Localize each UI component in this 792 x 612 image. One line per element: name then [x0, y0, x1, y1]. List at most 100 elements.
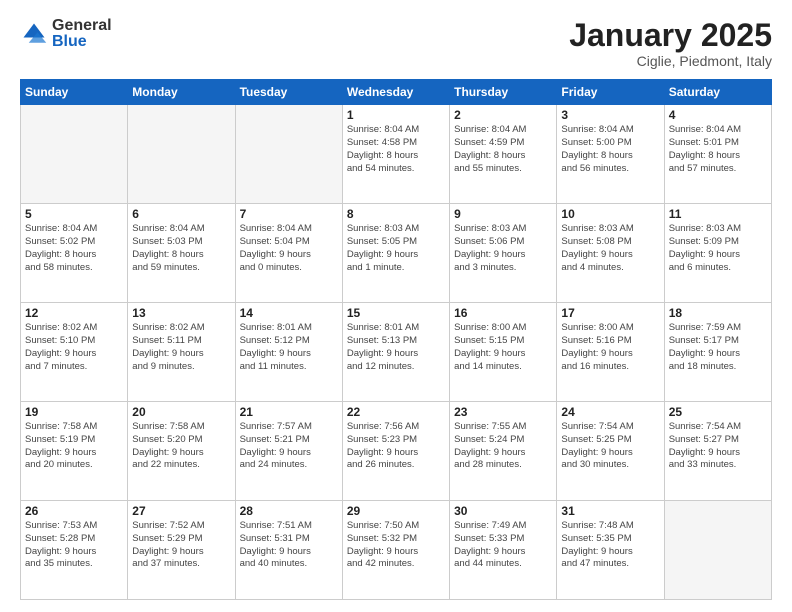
- day-number: 26: [25, 504, 123, 518]
- calendar-cell: 9Sunrise: 8:03 AM Sunset: 5:06 PM Daylig…: [450, 204, 557, 303]
- calendar-cell: 2Sunrise: 8:04 AM Sunset: 4:59 PM Daylig…: [450, 105, 557, 204]
- day-number: 7: [240, 207, 338, 221]
- day-number: 2: [454, 108, 552, 122]
- calendar-week-4: 19Sunrise: 7:58 AM Sunset: 5:19 PM Dayli…: [21, 402, 772, 501]
- day-info: Sunrise: 8:03 AM Sunset: 5:09 PM Dayligh…: [669, 223, 767, 274]
- calendar-cell: 20 Sunrise: 7:58 AM Sunset: 5:20 PM Dayli…: [128, 402, 235, 501]
- weekday-header-monday: Monday: [128, 80, 235, 105]
- calendar-cell: 16Sunrise: 8:00 AM Sunset: 5:15 PM Dayli…: [450, 303, 557, 402]
- calendar-cell: 4 Sunrise: 8:04 AM Sunset: 5:01 PM Daylig…: [664, 105, 771, 204]
- weekday-header-friday: Friday: [557, 80, 664, 105]
- day-number: 12: [25, 306, 123, 320]
- day-info: Sunrise: 8:00 AM Sunset: 5:16 PM Dayligh…: [561, 322, 659, 373]
- calendar-cell: 13 Sunrise: 8:02 AM Sunset: 5:11 PM Dayli…: [128, 303, 235, 402]
- day-number: 5: [25, 207, 123, 221]
- logo-text: General Blue: [52, 18, 112, 50]
- calendar-week-2: 5 Sunrise: 8:04 AM Sunset: 5:02 PM Daylig…: [21, 204, 772, 303]
- day-info: Sunrise: 7:55 AM Sunset: 5:24 PM Dayligh…: [454, 421, 552, 472]
- calendar-cell: [128, 105, 235, 204]
- calendar-cell: 10Sunrise: 8:03 AM Sunset: 5:08 PM Dayli…: [557, 204, 664, 303]
- day-number: 8: [347, 207, 445, 221]
- day-info: Sunrise: 7:53 AM Sunset: 5:28 PM Dayligh…: [25, 520, 123, 571]
- day-number: 22: [347, 405, 445, 419]
- day-info: Sunrise: 8:02 AM Sunset: 5:11 PM Dayligh…: [132, 322, 230, 373]
- calendar-cell: 14 Sunrise: 8:01 AM Sunset: 5:12 PM Dayli…: [235, 303, 342, 402]
- month-title: January 2025: [569, 18, 772, 53]
- calendar-cell: 30 Sunrise: 7:49 AM Sunset: 5:33 PM Dayli…: [450, 501, 557, 600]
- day-info: Sunrise: 8:03 AM Sunset: 5:08 PM Dayligh…: [561, 223, 659, 274]
- day-info: Sunrise: 7:51 AM Sunset: 5:31 PM Dayligh…: [240, 520, 338, 571]
- calendar-cell: 17Sunrise: 8:00 AM Sunset: 5:16 PM Dayli…: [557, 303, 664, 402]
- calendar-week-3: 12Sunrise: 8:02 AM Sunset: 5:10 PM Dayli…: [21, 303, 772, 402]
- day-info: Sunrise: 7:56 AM Sunset: 5:23 PM Dayligh…: [347, 421, 445, 472]
- calendar-body: 1Sunrise: 8:04 AM Sunset: 4:58 PM Daylig…: [21, 105, 772, 600]
- day-number: 21: [240, 405, 338, 419]
- day-info: Sunrise: 7:52 AM Sunset: 5:29 PM Dayligh…: [132, 520, 230, 571]
- day-number: 27: [132, 504, 230, 518]
- weekday-header-wednesday: Wednesday: [342, 80, 449, 105]
- calendar-cell: 19Sunrise: 7:58 AM Sunset: 5:19 PM Dayli…: [21, 402, 128, 501]
- day-number: 30: [454, 504, 552, 518]
- location-subtitle: Ciglie, Piedmont, Italy: [569, 53, 772, 69]
- day-number: 3: [561, 108, 659, 122]
- day-info: Sunrise: 8:04 AM Sunset: 5:02 PM Dayligh…: [25, 223, 123, 274]
- day-number: 24: [561, 405, 659, 419]
- calendar-cell: 7 Sunrise: 8:04 AM Sunset: 5:04 PM Daylig…: [235, 204, 342, 303]
- day-info: Sunrise: 8:04 AM Sunset: 5:04 PM Dayligh…: [240, 223, 338, 274]
- day-number: 15: [347, 306, 445, 320]
- logo-general: General: [52, 18, 112, 34]
- calendar-table: SundayMondayTuesdayWednesdayThursdayFrid…: [20, 79, 772, 600]
- day-info: Sunrise: 8:04 AM Sunset: 5:01 PM Dayligh…: [669, 124, 767, 175]
- day-info: Sunrise: 8:04 AM Sunset: 5:03 PM Dayligh…: [132, 223, 230, 274]
- day-number: 9: [454, 207, 552, 221]
- calendar-cell: 25 Sunrise: 7:54 AM Sunset: 5:27 PM Dayli…: [664, 402, 771, 501]
- day-info: Sunrise: 7:54 AM Sunset: 5:25 PM Dayligh…: [561, 421, 659, 472]
- day-number: 29: [347, 504, 445, 518]
- calendar-cell: 3 Sunrise: 8:04 AM Sunset: 5:00 PM Daylig…: [557, 105, 664, 204]
- day-info: Sunrise: 7:49 AM Sunset: 5:33 PM Dayligh…: [454, 520, 552, 571]
- day-number: 4: [669, 108, 767, 122]
- calendar-cell: 15Sunrise: 8:01 AM Sunset: 5:13 PM Dayli…: [342, 303, 449, 402]
- logo-icon: [20, 20, 48, 48]
- day-info: Sunrise: 8:01 AM Sunset: 5:12 PM Dayligh…: [240, 322, 338, 373]
- day-number: 13: [132, 306, 230, 320]
- calendar-cell: 1Sunrise: 8:04 AM Sunset: 4:58 PM Daylig…: [342, 105, 449, 204]
- day-number: 6: [132, 207, 230, 221]
- logo: General Blue: [20, 18, 112, 50]
- day-info: Sunrise: 7:50 AM Sunset: 5:32 PM Dayligh…: [347, 520, 445, 571]
- calendar-cell: 29 Sunrise: 7:50 AM Sunset: 5:32 PM Dayli…: [342, 501, 449, 600]
- calendar-week-1: 1Sunrise: 8:04 AM Sunset: 4:58 PM Daylig…: [21, 105, 772, 204]
- weekday-header-thursday: Thursday: [450, 80, 557, 105]
- weekday-header-tuesday: Tuesday: [235, 80, 342, 105]
- calendar-cell: [235, 105, 342, 204]
- day-number: 20: [132, 405, 230, 419]
- day-info: Sunrise: 7:58 AM Sunset: 5:20 PM Dayligh…: [132, 421, 230, 472]
- weekday-header-saturday: Saturday: [664, 80, 771, 105]
- header: General Blue January 2025 Ciglie, Piedmo…: [20, 18, 772, 69]
- day-number: 11: [669, 207, 767, 221]
- calendar-cell: 21Sunrise: 7:57 AM Sunset: 5:21 PM Dayli…: [235, 402, 342, 501]
- page: General Blue January 2025 Ciglie, Piedmo…: [0, 0, 792, 612]
- calendar-cell: 5 Sunrise: 8:04 AM Sunset: 5:02 PM Daylig…: [21, 204, 128, 303]
- day-number: 23: [454, 405, 552, 419]
- day-info: Sunrise: 8:04 AM Sunset: 4:58 PM Dayligh…: [347, 124, 445, 175]
- calendar-cell: 26 Sunrise: 7:53 AM Sunset: 5:28 PM Dayli…: [21, 501, 128, 600]
- day-info: Sunrise: 7:54 AM Sunset: 5:27 PM Dayligh…: [669, 421, 767, 472]
- calendar-cell: 23 Sunrise: 7:55 AM Sunset: 5:24 PM Dayli…: [450, 402, 557, 501]
- logo-blue: Blue: [52, 34, 112, 50]
- calendar-cell: 31 Sunrise: 7:48 AM Sunset: 5:35 PM Dayli…: [557, 501, 664, 600]
- day-number: 25: [669, 405, 767, 419]
- day-number: 16: [454, 306, 552, 320]
- day-number: 14: [240, 306, 338, 320]
- day-number: 19: [25, 405, 123, 419]
- calendar-cell: 11 Sunrise: 8:03 AM Sunset: 5:09 PM Dayli…: [664, 204, 771, 303]
- calendar-cell: 6 Sunrise: 8:04 AM Sunset: 5:03 PM Daylig…: [128, 204, 235, 303]
- calendar-cell: 22 Sunrise: 7:56 AM Sunset: 5:23 PM Dayli…: [342, 402, 449, 501]
- day-info: Sunrise: 8:03 AM Sunset: 5:05 PM Dayligh…: [347, 223, 445, 274]
- calendar-cell: 24 Sunrise: 7:54 AM Sunset: 5:25 PM Dayli…: [557, 402, 664, 501]
- day-info: Sunrise: 7:48 AM Sunset: 5:35 PM Dayligh…: [561, 520, 659, 571]
- day-info: Sunrise: 8:04 AM Sunset: 5:00 PM Dayligh…: [561, 124, 659, 175]
- weekday-header-sunday: Sunday: [21, 80, 128, 105]
- calendar-week-5: 26 Sunrise: 7:53 AM Sunset: 5:28 PM Dayli…: [21, 501, 772, 600]
- day-number: 31: [561, 504, 659, 518]
